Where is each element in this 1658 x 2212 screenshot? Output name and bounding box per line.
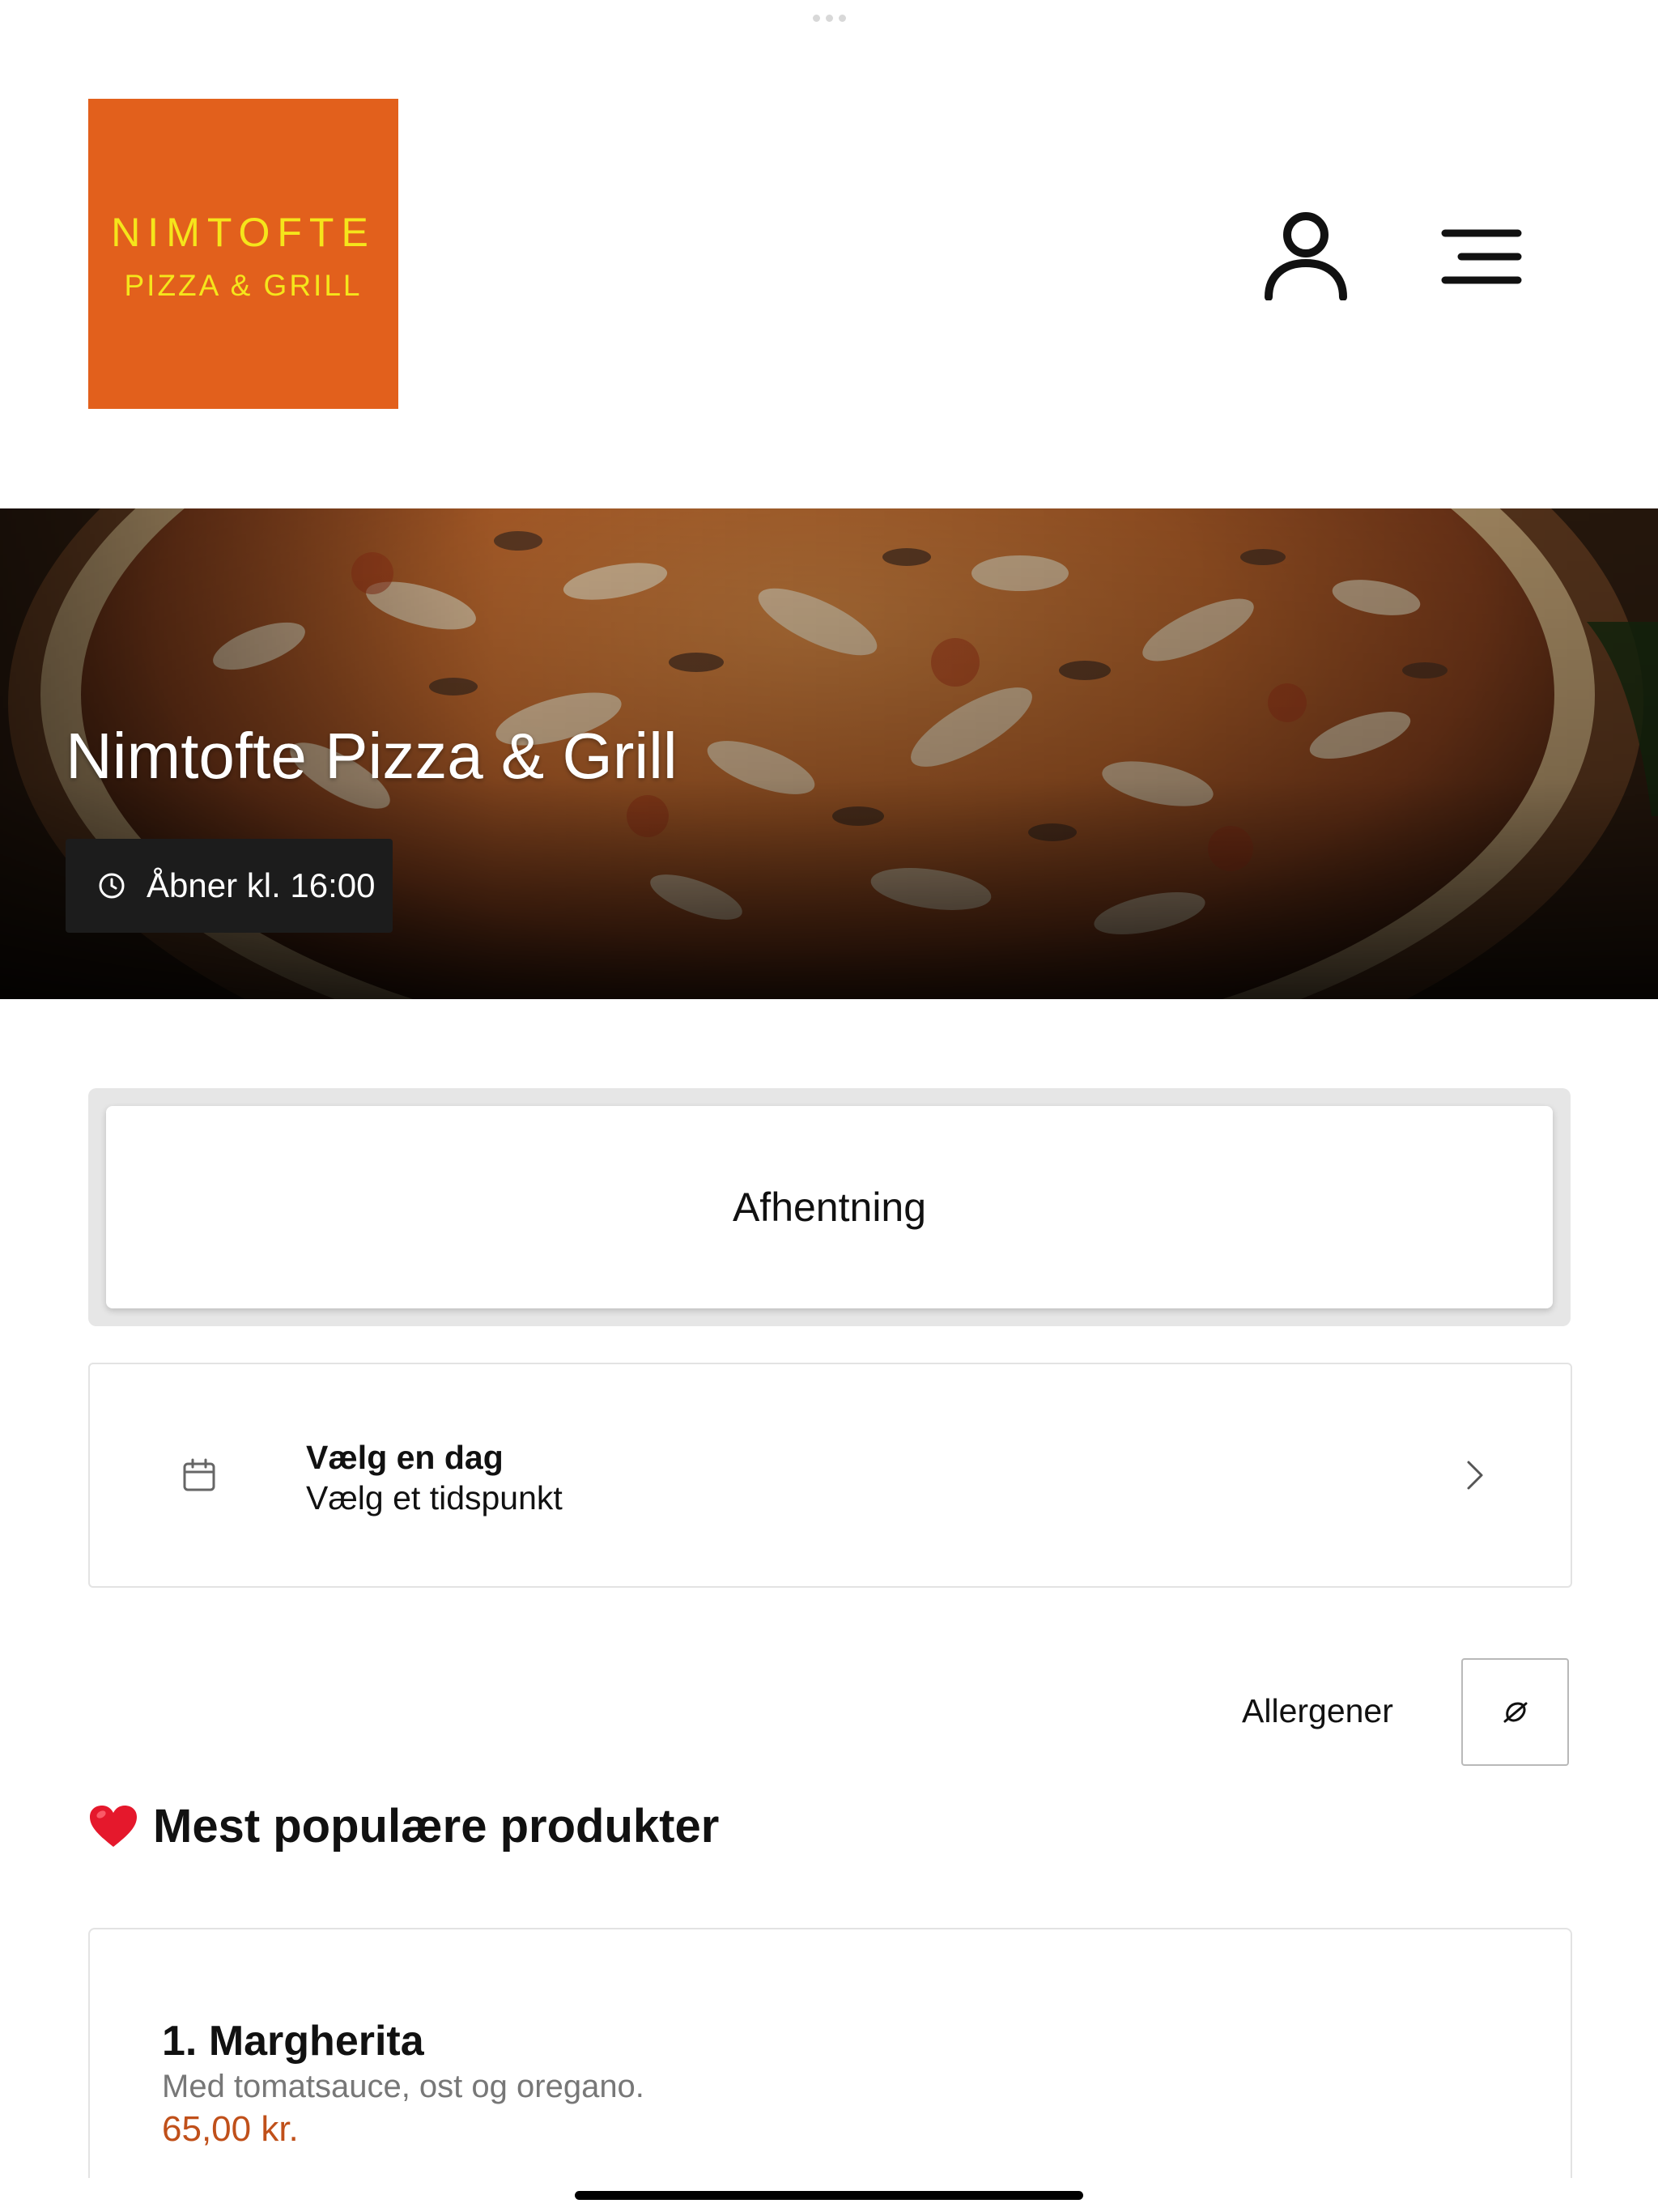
user-icon	[1265, 212, 1347, 300]
popular-products-title: Mest populære produkter	[153, 1800, 720, 1853]
allergens-button[interactable]	[1461, 1658, 1569, 1766]
allergen-icon	[1503, 1701, 1527, 1722]
pickup-tab-label: Afhentning	[732, 1185, 927, 1230]
restaurant-title: Nimtofte Pizza & Grill	[66, 720, 678, 792]
calendar-icon	[182, 1458, 216, 1496]
order-mode-selector: Afhentning	[88, 1088, 1571, 1326]
logo-line-1: NIMTOFTE	[111, 210, 376, 255]
heart-icon	[88, 1804, 138, 1849]
product-price: 65,00 kr.	[162, 2109, 299, 2149]
dot	[839, 15, 846, 22]
product-name: 1. Margherita	[162, 2018, 424, 2065]
home-indicator[interactable]	[575, 2191, 1083, 2200]
dot	[826, 15, 833, 22]
choose-day-label: Vælg en dag	[306, 1439, 504, 1476]
schedule-picker[interactable]: Vælg en dag Vælg et tidspunkt	[88, 1363, 1572, 1588]
product-card[interactable]: 1. Margherita Med tomatsauce, ost og ore…	[88, 1928, 1572, 2212]
dot	[813, 15, 820, 22]
product-description: Med tomatsauce, ost og oregano.	[162, 2069, 644, 2104]
choose-time-label: Vælg et tidspunkt	[306, 1479, 563, 1516]
chevron-right-icon	[1465, 1460, 1485, 1495]
hamburger-menu-icon	[1441, 229, 1522, 284]
hero-banner: Nimtofte Pizza & Grill Åbner kl. 16:00	[0, 508, 1658, 999]
opening-hours-badge: Åbner kl. 16:00	[66, 839, 393, 933]
page: NIMTOFTE PIZZA & GRILL Nimtofte Pizza & …	[0, 0, 1658, 2212]
opening-hours-text: Åbner kl. 16:00	[147, 866, 376, 904]
restaurant-logo[interactable]: NIMTOFTE PIZZA & GRILL	[88, 99, 398, 409]
clock-icon	[98, 872, 125, 900]
allergens-label: Allergener	[1242, 1692, 1393, 1729]
menu-button[interactable]	[1431, 206, 1532, 307]
account-button[interactable]	[1253, 202, 1358, 308]
pickup-tab[interactable]: Afhentning	[106, 1106, 1553, 1308]
multitasking-dots[interactable]	[813, 15, 846, 22]
logo-line-2: PIZZA & GRILL	[124, 269, 363, 302]
popular-products-heading: Mest populære produkter	[88, 1799, 719, 1853]
